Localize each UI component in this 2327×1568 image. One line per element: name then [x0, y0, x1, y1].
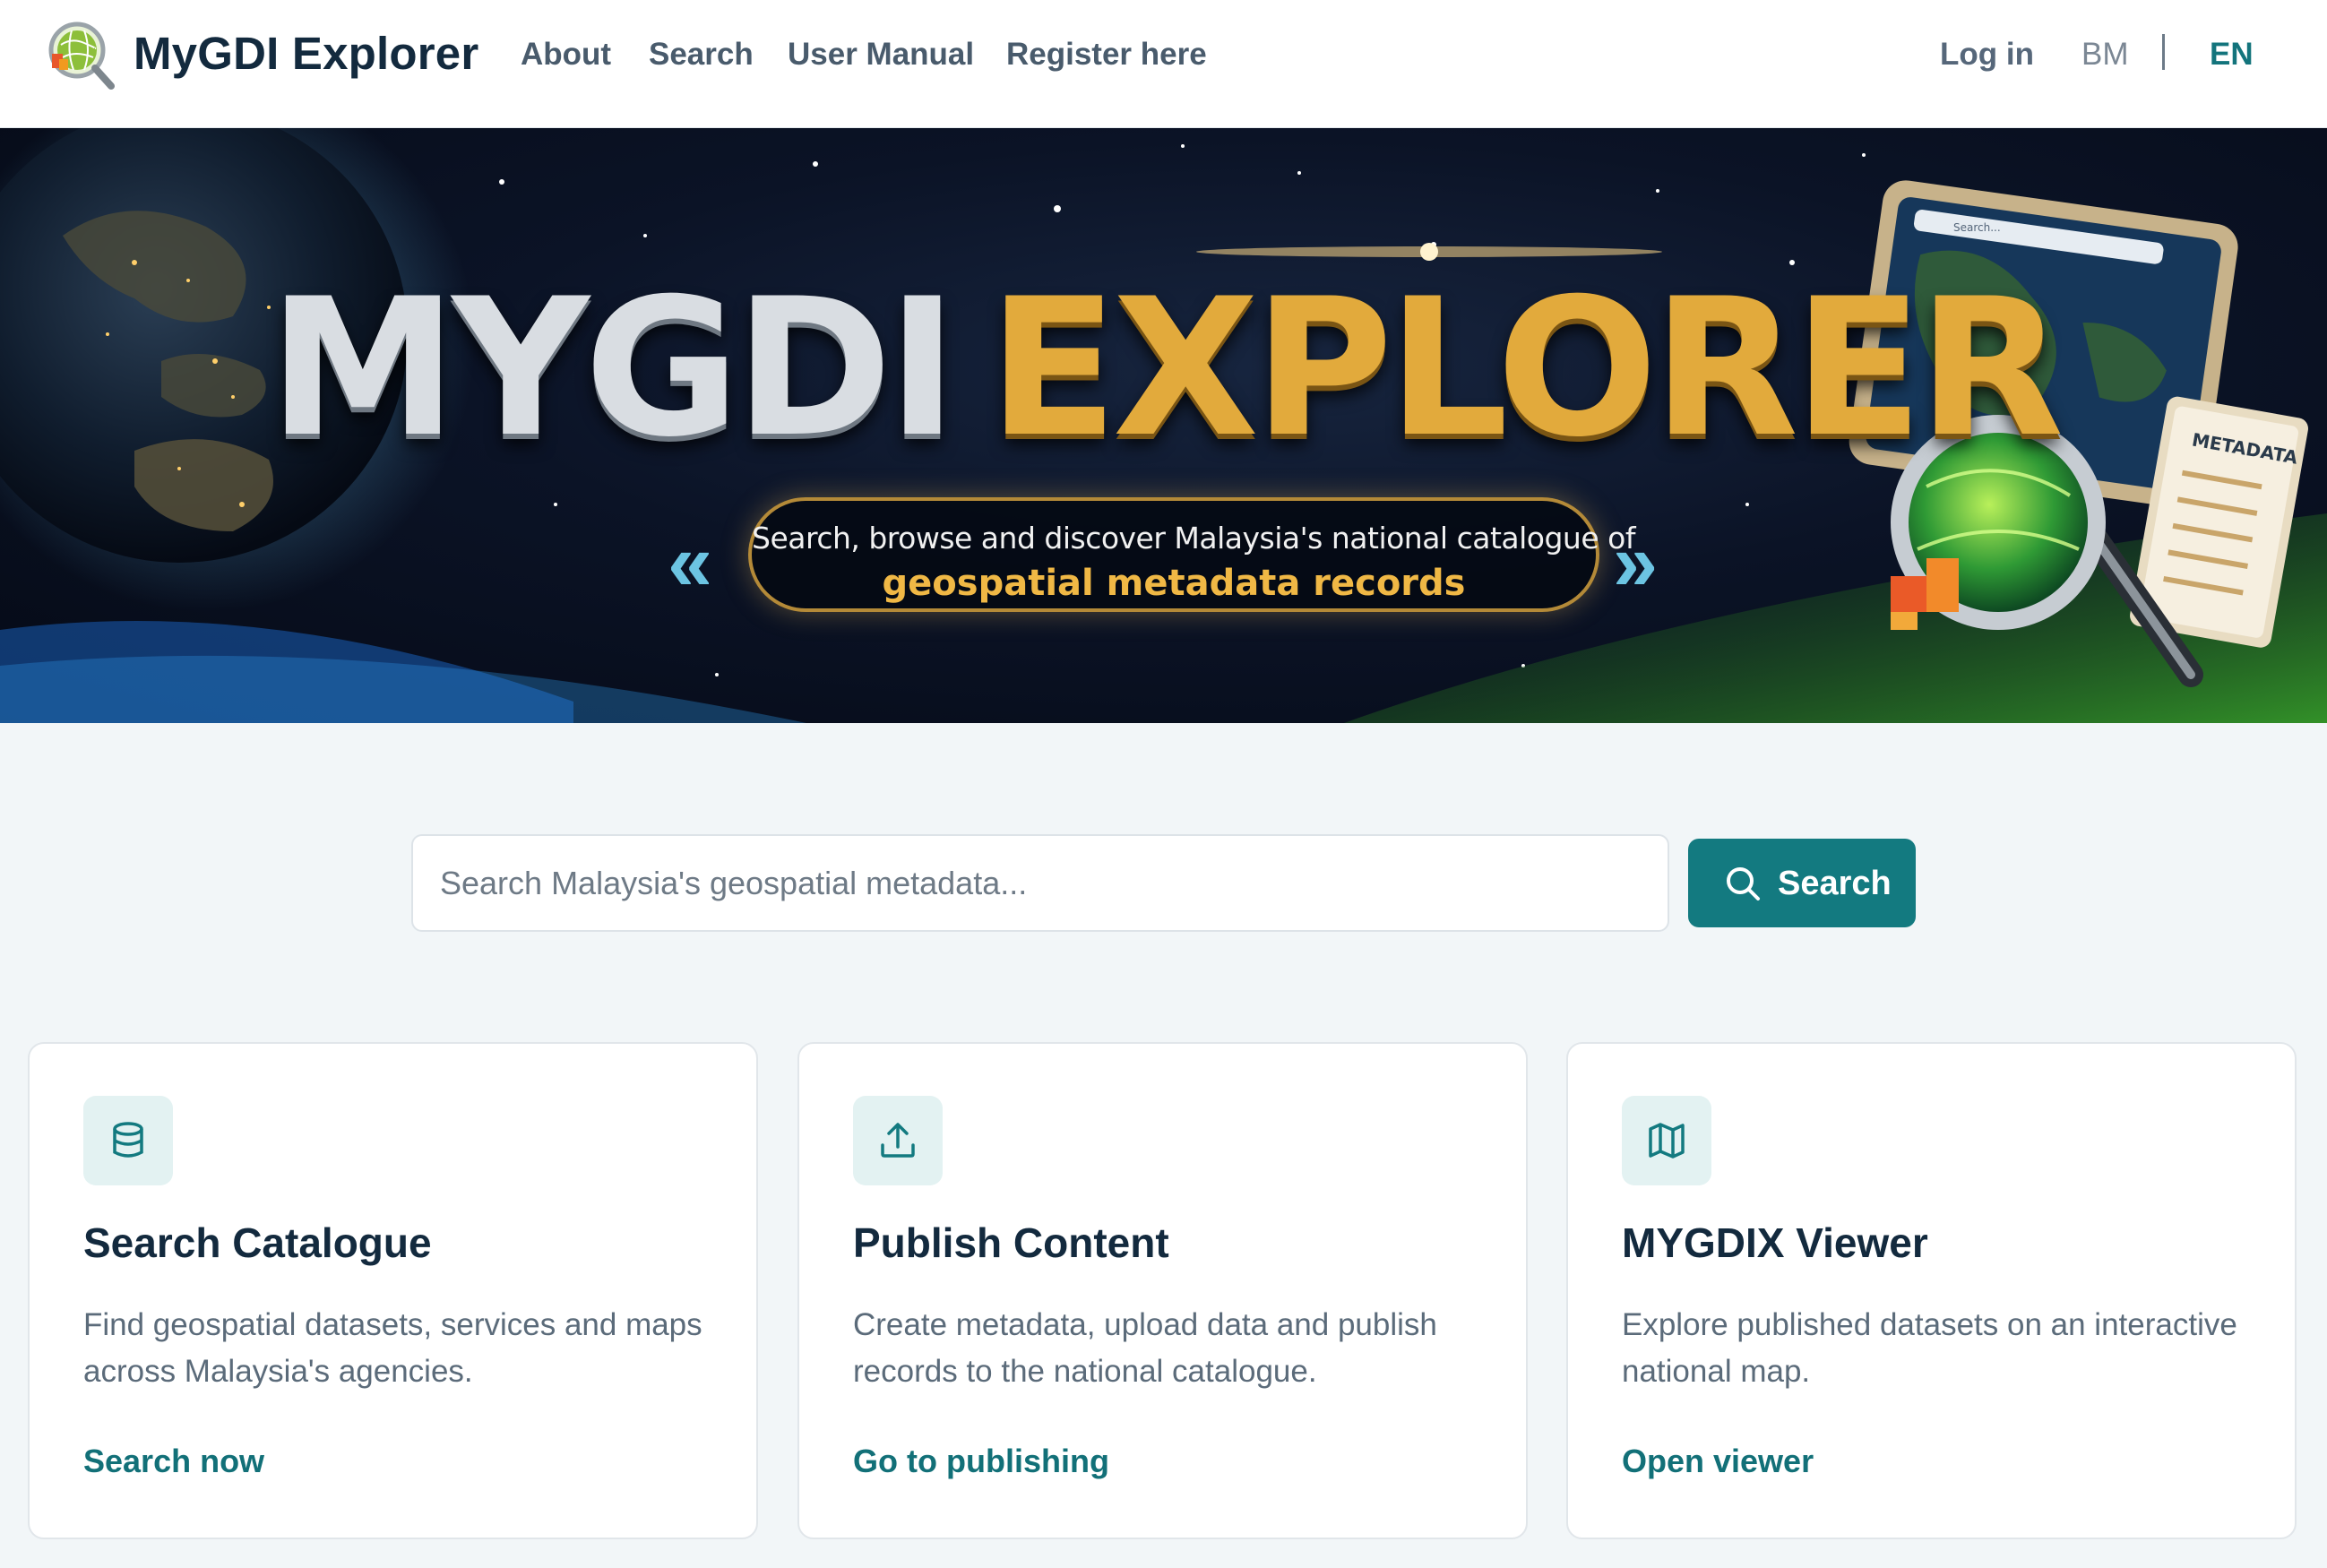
map-icon: [1649, 1123, 1685, 1159]
login-link[interactable]: Log in: [1940, 37, 2034, 73]
search-input[interactable]: [411, 834, 1669, 932]
hero-banner: Search... METADATA MYGDI EXPLORER « Searc: [0, 128, 2327, 723]
mygdi-logo-icon[interactable]: [45, 18, 116, 91]
double-chevron-left-icon: «: [668, 518, 713, 607]
go-to-publishing-link[interactable]: Go to publishing: [853, 1443, 1109, 1480]
card-description: Create metadata, upload data and publish…: [853, 1307, 1437, 1389]
card-publish-content: Publish Content Create metadata, upload …: [797, 1042, 1528, 1539]
card-title: Search Catalogue: [83, 1219, 432, 1266]
hero-subtitle-line2: geospatial metadata records: [882, 563, 1466, 604]
search-button[interactable]: Search: [1688, 839, 1916, 927]
language-bm[interactable]: BM: [2081, 37, 2129, 73]
hero-title-part2: EXPLORER: [987, 257, 2064, 478]
language-divider: [2162, 34, 2165, 70]
card-description: Find geospatial datasets, services and m…: [83, 1307, 702, 1389]
card-search-catalogue: Search Catalogue Find geospatial dataset…: [28, 1042, 758, 1539]
card-mygdix-viewer: MYGDIX Viewer Explore published datasets…: [1566, 1042, 2297, 1539]
card-icon-container: [83, 1096, 173, 1185]
language-en[interactable]: EN: [2210, 37, 2254, 73]
search-now-link[interactable]: Search now: [83, 1443, 264, 1480]
tablet-search-text: Search...: [1953, 221, 2001, 234]
nav-register[interactable]: Register here: [1006, 37, 1207, 73]
upload-icon: [881, 1123, 915, 1158]
search-icon: [1727, 867, 1760, 900]
card-title: Publish Content: [853, 1219, 1169, 1266]
hero-subtitle-banner: Search, browse and discover Malaysia's n…: [748, 497, 1635, 612]
database-icon: [113, 1122, 143, 1158]
brand-name[interactable]: MyGDI Explorer: [134, 27, 478, 80]
hero-subtitle-line1: Search, browse and discover Malaysia's n…: [752, 521, 1635, 556]
double-chevron-right-icon: »: [1613, 518, 1659, 607]
card-icon-container: [1622, 1096, 1711, 1185]
nav-user-manual[interactable]: User Manual: [788, 37, 974, 73]
card-icon-container: [853, 1096, 943, 1185]
search-button-label: Search: [1778, 865, 1892, 902]
open-viewer-link[interactable]: Open viewer: [1622, 1443, 1814, 1480]
hero-title-part1: MYGDI: [268, 257, 957, 478]
nav-about[interactable]: About: [521, 37, 611, 73]
nav-search[interactable]: Search: [649, 37, 754, 73]
top-navbar: MyGDI Explorer About Search User Manual …: [0, 0, 2327, 128]
card-title: MYGDIX Viewer: [1622, 1219, 1928, 1266]
hero-title: MYGDI EXPLORER: [0, 273, 2327, 463]
card-description: Explore published datasets on an interac…: [1622, 1307, 2237, 1389]
